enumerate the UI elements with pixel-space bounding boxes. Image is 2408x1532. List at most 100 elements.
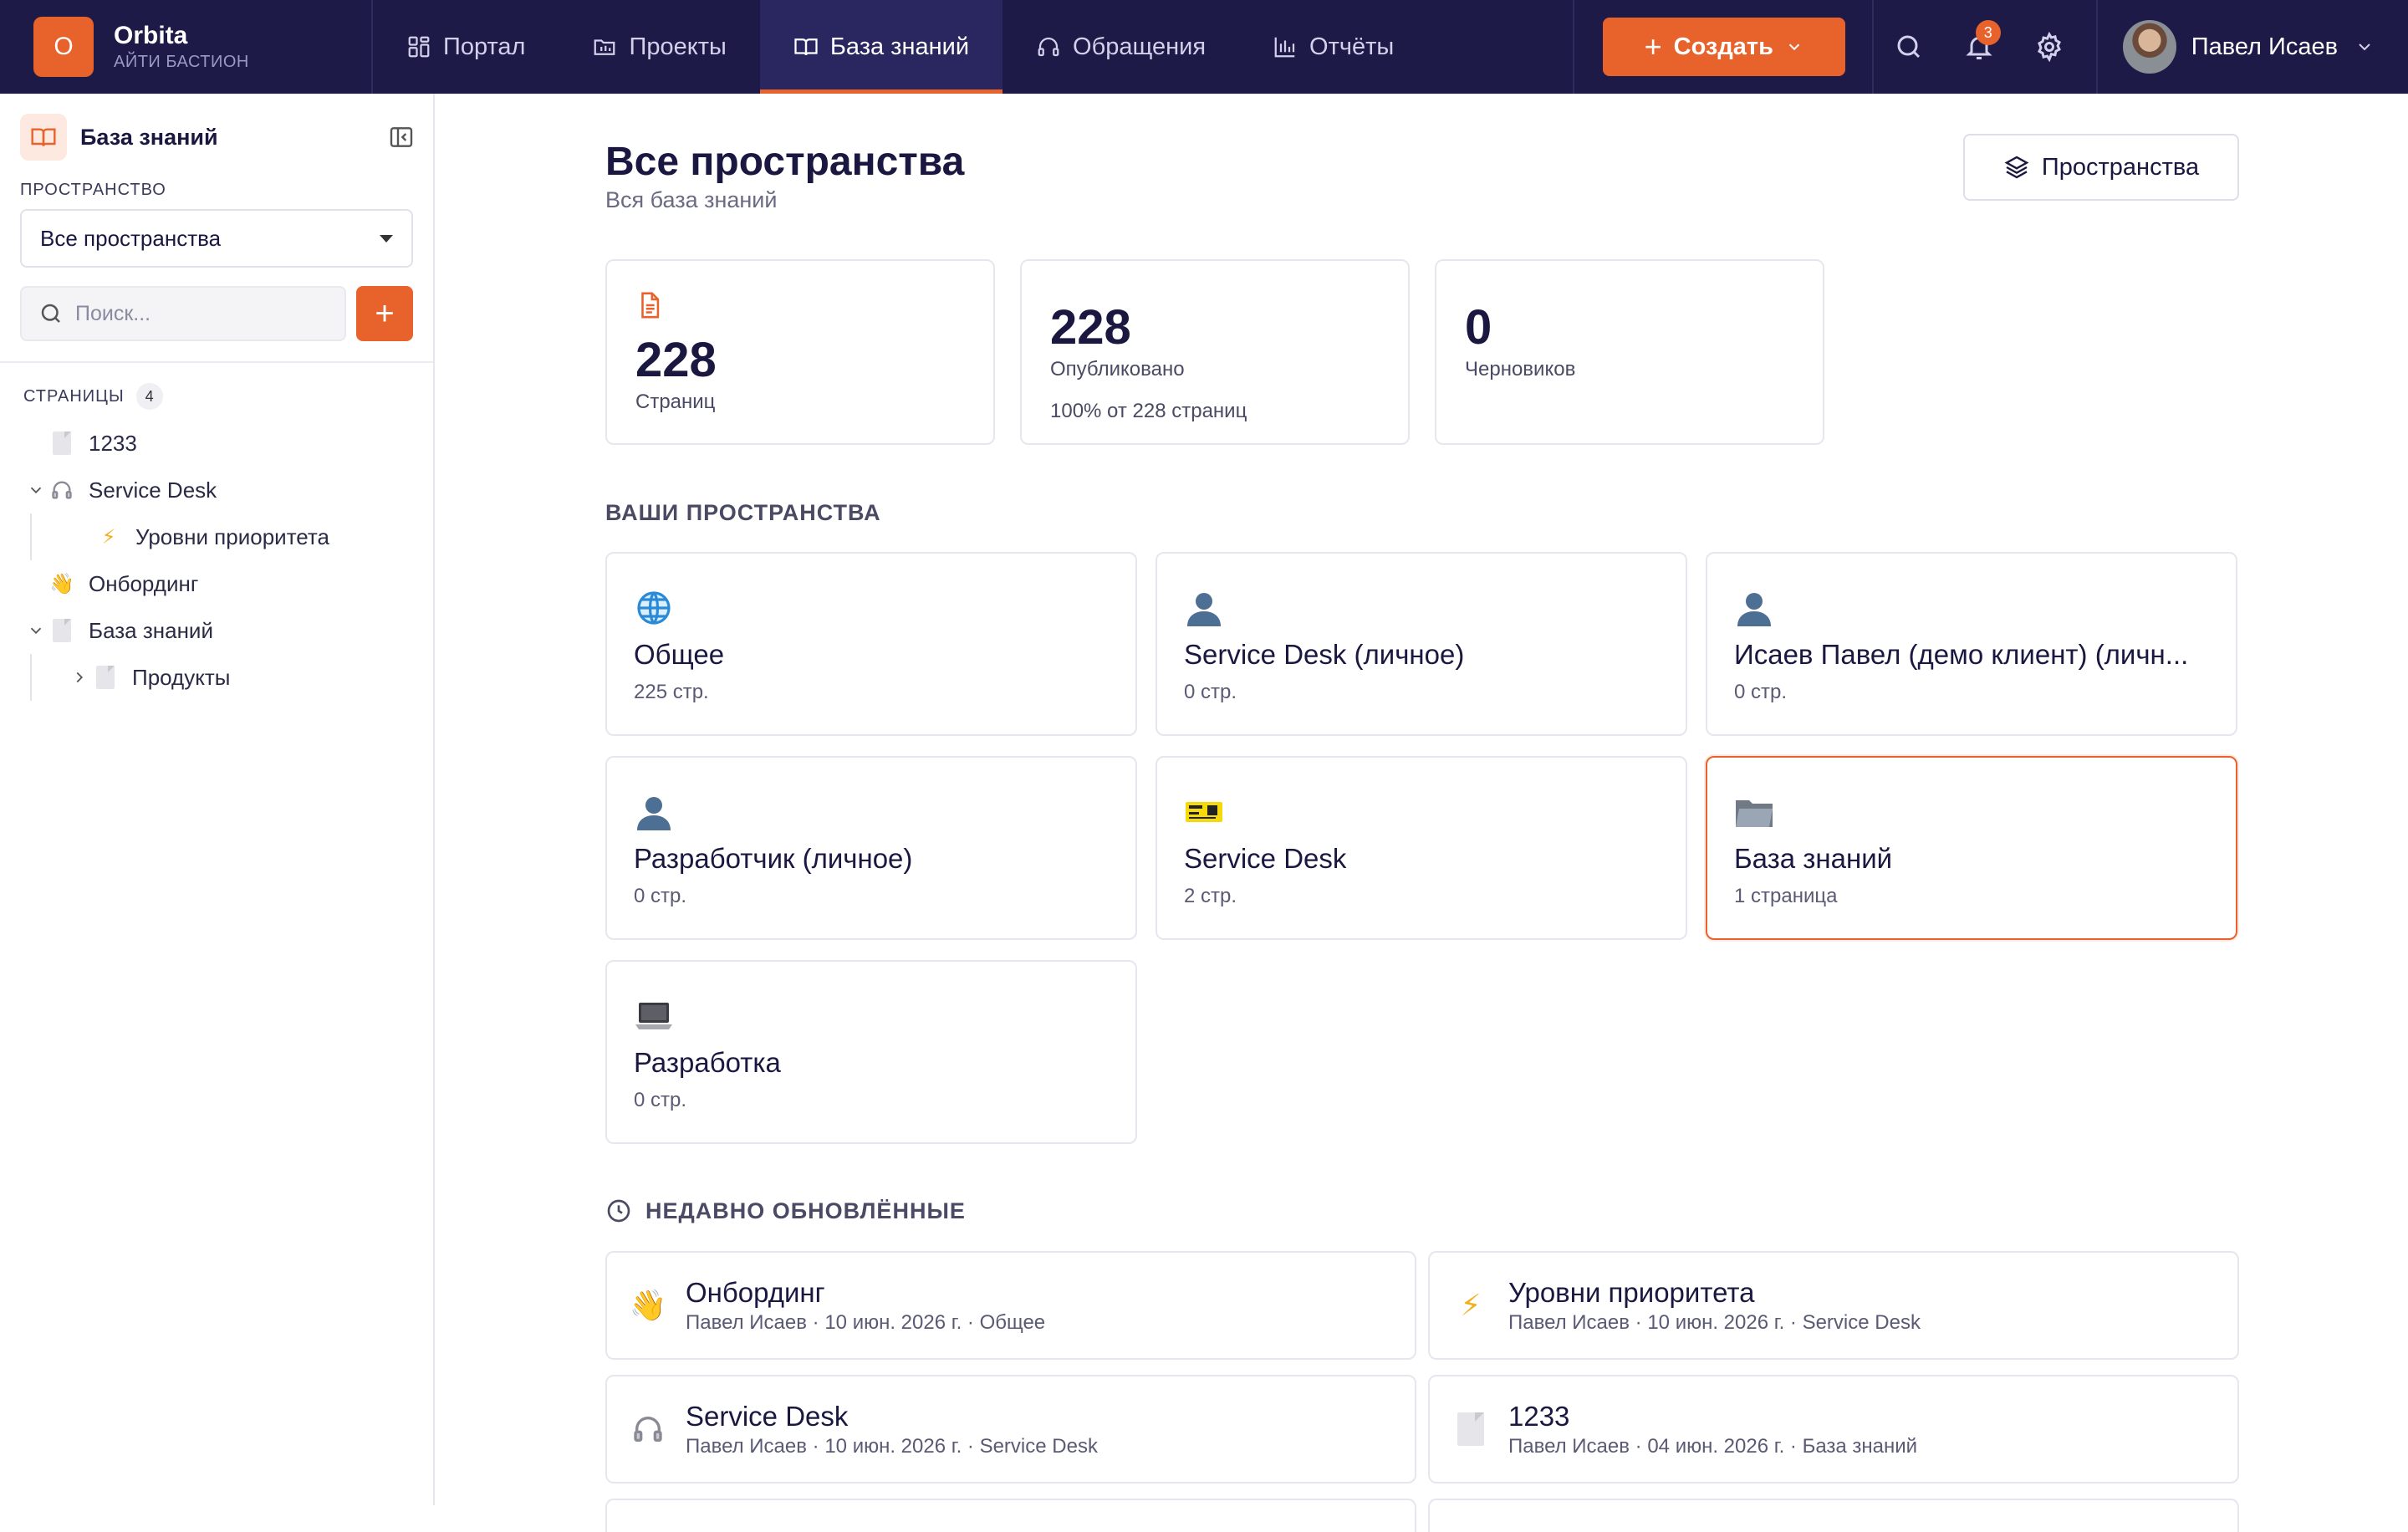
tree-item-1233[interactable]: 1233 xyxy=(0,420,433,467)
document-icon xyxy=(1450,1408,1492,1450)
laptop-icon xyxy=(634,995,676,1037)
recent-item-service-desk[interactable]: Service Desk Павел Исаев · 10 июн. 2026 … xyxy=(605,1375,1416,1483)
space-count: 1 страница xyxy=(1734,885,1838,907)
main-nav: Портал Проекты База знаний Обращения Отч… xyxy=(373,0,1427,94)
search-icon xyxy=(41,304,60,323)
plus-icon: + xyxy=(1644,29,1662,64)
recent-item-meta: Павел Исаев · 10 июн. 2026 г. · Service … xyxy=(686,1435,1098,1458)
add-page-button[interactable]: + xyxy=(356,286,413,341)
pages-label: СТРАНИЦЫ xyxy=(23,386,125,406)
space-card-knowledge-base[interactable]: База знаний 1 страница xyxy=(1706,756,2237,940)
brand[interactable]: O Orbita АЙТИ БАСТИОН xyxy=(0,0,373,94)
recent-heading-label: НЕДАВНО ОБНОВЛЁННЫЕ xyxy=(645,1198,966,1223)
tree-item-priority-levels[interactable]: ⚡ Уровни приоритета xyxy=(0,513,433,560)
space-count: 0 стр. xyxy=(1184,681,1237,703)
recent-item-title: Онбординг xyxy=(686,1277,825,1308)
caret-down-icon xyxy=(380,234,393,243)
tree-item-service-desk[interactable]: Service Desk xyxy=(0,467,433,513)
create-button-label: Создать xyxy=(1673,33,1773,60)
headphones-emoji-icon xyxy=(48,477,75,503)
spaces-button[interactable]: Пространства xyxy=(1963,134,2239,201)
stat-note: 100% от 228 страниц xyxy=(1050,400,1247,422)
recent-item-title: 1233 xyxy=(1508,1401,1570,1432)
space-card-service-desk[interactable]: Service Desk 2 стр. xyxy=(1156,756,1687,940)
sidebar: База знаний ПРОСТРАНСТВО Все пространств… xyxy=(0,94,435,1505)
nav-item-projects[interactable]: Проекты xyxy=(559,0,759,94)
tree-item-label: Онбординг xyxy=(89,570,199,596)
search-button[interactable] xyxy=(1874,0,1944,94)
space-card-developer-personal[interactable]: Разработчик (личное) 0 стр. xyxy=(605,756,1137,940)
recent-item-onboarding[interactable]: 👋 Онбординг Павел Исаев · 10 июн. 2026 г… xyxy=(605,1251,1416,1360)
spaces-button-label: Пространства xyxy=(2041,153,2200,181)
page-subtitle: Вся база знаний xyxy=(605,187,778,212)
space-count: 0 стр. xyxy=(634,1089,687,1111)
recent-item-meta: Павел Исаев · 10 июн. 2026 г. · Service … xyxy=(1508,1311,1921,1334)
nav-item-knowledge-base[interactable]: База знаний xyxy=(759,0,1003,94)
person-icon xyxy=(1734,587,1776,629)
sidebar-header: База знаний xyxy=(20,114,415,161)
bar-chart-icon xyxy=(1274,37,1295,58)
layers-icon xyxy=(2004,156,2029,179)
collapse-sidebar-icon[interactable] xyxy=(388,124,415,151)
space-count: 0 стр. xyxy=(634,885,687,907)
book-icon xyxy=(20,114,67,161)
space-card-general[interactable]: Общее 225 стр. xyxy=(605,552,1137,736)
recent-item-title: Уровни приоритета xyxy=(1508,1277,1755,1308)
recent-item-1233[interactable]: 1233 Павел Исаев · 04 июн. 2026 г. · Баз… xyxy=(1428,1375,2239,1483)
sidebar-title: База знаний xyxy=(80,124,218,150)
divider xyxy=(1572,0,1574,94)
space-select[interactable]: Все пространства xyxy=(20,209,413,268)
space-card-isaev-demo-client[interactable]: Исаев Павел (демо клиент) (личн... 0 стр… xyxy=(1706,552,2237,736)
headphones-icon xyxy=(1038,37,1059,57)
grid-icon xyxy=(408,36,430,58)
divider xyxy=(0,361,433,363)
stat-value: 0 xyxy=(1465,300,1492,355)
chevron-right-icon[interactable] xyxy=(67,668,92,687)
recent-item-partial[interactable] xyxy=(605,1499,1416,1532)
stat-label: Черновиков xyxy=(1465,358,1576,380)
chevron-down-icon xyxy=(1788,43,1800,51)
page-tree: 1233 Service Desk ⚡ Уровни приоритета 👋 … xyxy=(0,420,433,701)
space-card-development[interactable]: Разработка 0 стр. xyxy=(605,960,1137,1144)
tree-item-label: Продукты xyxy=(132,664,231,690)
search-placeholder: Поиск... xyxy=(75,301,151,325)
settings-button[interactable] xyxy=(2014,0,2084,94)
your-spaces-heading: ВАШИ ПРОСТРАНСТВА xyxy=(605,500,881,525)
brand-org: АЙТИ БАСТИОН xyxy=(114,53,249,71)
tree-item-knowledge-base[interactable]: База знаний xyxy=(0,607,433,654)
recent-item-title: Service Desk xyxy=(686,1401,849,1432)
clock-icon xyxy=(607,1199,630,1223)
chevron-down-icon[interactable] xyxy=(23,481,48,499)
recent-item-meta: Павел Исаев · 04 июн. 2026 г. · База зна… xyxy=(1508,1435,1918,1458)
document-icon xyxy=(48,617,75,644)
search-input[interactable]: Поиск... xyxy=(20,286,346,341)
chevron-down-icon[interactable] xyxy=(23,621,48,640)
folder-icon xyxy=(594,39,615,55)
folder-emoji-icon xyxy=(1734,791,1776,833)
tree-item-label: 1233 xyxy=(89,430,137,456)
space-count: 225 стр. xyxy=(634,681,709,703)
nav-item-reports[interactable]: Отчёты xyxy=(1239,0,1427,94)
user-menu[interactable]: Павел Исаев xyxy=(2098,0,2408,94)
space-name: Service Desk (личное) xyxy=(1184,639,1465,670)
stat-card-drafts: 0 Черновиков xyxy=(1435,259,1824,445)
stat-value: 228 xyxy=(1050,300,1131,355)
tree-item-label: База знаний xyxy=(89,617,213,643)
nav-item-label: Обращения xyxy=(1073,33,1207,60)
tree-item-products[interactable]: Продукты xyxy=(0,654,433,701)
brand-name: Orbita xyxy=(114,22,188,49)
person-icon xyxy=(1184,587,1226,629)
chevron-down-icon xyxy=(2359,43,2370,51)
nav-item-requests[interactable]: Обращения xyxy=(1002,0,1239,94)
space-card-service-desk-personal[interactable]: Service Desk (личное) 0 стр. xyxy=(1156,552,1687,736)
stat-label: Опубликовано xyxy=(1050,358,1185,380)
lightning-icon: ⚡ xyxy=(101,525,116,549)
notifications-button[interactable]: 3 xyxy=(1944,0,2014,94)
stat-card-pages: 228 Страниц xyxy=(605,259,995,445)
tree-item-onboarding[interactable]: 👋 Онбординг xyxy=(0,560,433,607)
nav-item-portal[interactable]: Портал xyxy=(373,0,559,94)
page-title: Все пространства xyxy=(605,140,965,184)
create-button[interactable]: + Создать xyxy=(1602,18,1845,76)
recent-item-priority-levels[interactable]: ⚡ Уровни приоритета Павел Исаев · 10 июн… xyxy=(1428,1251,2239,1360)
recent-item-partial[interactable] xyxy=(1428,1499,2239,1532)
